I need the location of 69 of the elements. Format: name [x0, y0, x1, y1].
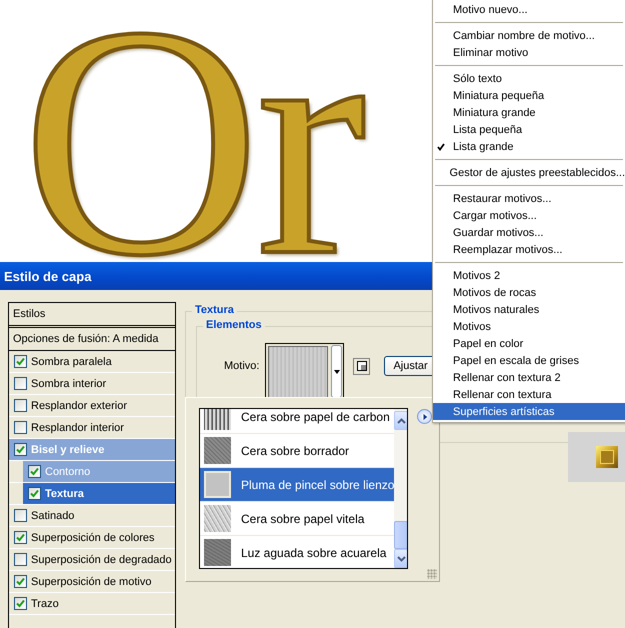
checkbox[interactable]	[14, 509, 27, 522]
menu-item[interactable]: Gestor de ajustes preestablecidos...	[433, 164, 625, 181]
checkbox[interactable]	[28, 465, 41, 478]
menu-item[interactable]: Eliminar motivo	[433, 44, 625, 61]
menu-item[interactable]: Lista grande	[433, 138, 625, 155]
checkbox[interactable]	[14, 355, 27, 368]
effect-item[interactable]: Textura	[23, 483, 175, 504]
menu-item[interactable]: Motivo nuevo...	[433, 1, 625, 18]
checkbox[interactable]	[14, 575, 27, 588]
effect-item[interactable]: Superposición de colores	[9, 527, 175, 548]
scroll-thumb[interactable]	[394, 521, 407, 549]
menu-item[interactable]: Motivos de rocas	[433, 284, 625, 301]
pattern-swatch	[268, 346, 328, 399]
menu-item[interactable]: Sólo texto	[433, 70, 625, 87]
menu-item[interactable]: Motivos 2	[433, 267, 625, 284]
effect-item[interactable]: Satinado	[9, 505, 175, 526]
menu-item[interactable]: Cambiar nombre de motivo...	[433, 27, 625, 44]
texture-thumbnail	[204, 505, 231, 532]
new-preset-icon	[356, 361, 367, 371]
menu-item[interactable]: Superficies artísticas	[433, 403, 625, 420]
checkbox[interactable]	[14, 421, 27, 434]
new-preset-button[interactable]	[353, 358, 370, 374]
pattern-item[interactable]: Cera sobre papel de carbon	[200, 409, 394, 434]
pattern-item[interactable]: Pluma de pincel sobre lienzo	[200, 468, 394, 502]
checkbox[interactable]	[14, 597, 27, 610]
menu-item[interactable]: Motivos naturales	[433, 301, 625, 318]
checkbox[interactable]	[14, 399, 27, 412]
pattern-dropdown[interactable]	[265, 343, 344, 400]
scrollbar[interactable]	[394, 409, 407, 568]
checkbox[interactable]	[28, 487, 41, 500]
group-title: Textura	[192, 304, 237, 316]
menu-item[interactable]: Restaurar motivos...	[433, 190, 625, 207]
menu-item[interactable]: Papel en color	[433, 335, 625, 352]
checkbox[interactable]	[14, 531, 27, 544]
menu-item[interactable]: Rellenar con textura	[433, 386, 625, 403]
effect-item[interactable]: Trazo	[9, 593, 175, 614]
effect-item[interactable]: Superposición de motivo	[9, 571, 175, 592]
menu-item[interactable]: Reemplazar motivos...	[433, 241, 625, 258]
lettering-artwork: Or	[22, 22, 362, 262]
texture-thumbnail	[204, 437, 231, 464]
texture-thumbnail	[204, 409, 231, 430]
pattern-label: Motivo:	[224, 360, 260, 372]
menu-item[interactable]: Cargar motivos...	[433, 207, 625, 224]
texture-thumbnail	[204, 471, 231, 498]
checkbox[interactable]	[14, 553, 27, 566]
checkbox[interactable]	[14, 377, 27, 390]
effect-item[interactable]: Sombra interior	[9, 373, 175, 394]
scroll-down-icon[interactable]	[394, 549, 407, 568]
pattern-item[interactable]: Luz aguada sobre acuarela	[200, 536, 394, 568]
blending-options-item[interactable]: Opciones de fusión: A medida	[9, 328, 175, 351]
styles-header[interactable]: Estilos	[9, 303, 175, 328]
effect-item[interactable]: Resplandor exterior	[9, 395, 175, 416]
group-title: Elementos	[203, 319, 265, 331]
scroll-up-icon[interactable]	[394, 411, 407, 430]
texture-thumbnail	[204, 539, 231, 566]
emblem-icon	[596, 446, 618, 468]
menu-item[interactable]: Miniatura grande	[433, 104, 625, 121]
pattern-item[interactable]: Cera sobre papel vitela	[200, 502, 394, 536]
menu-item[interactable]: Lista pequeña	[433, 121, 625, 138]
checkmark-icon	[437, 142, 445, 150]
menu-item[interactable]: Motivos	[433, 318, 625, 335]
effect-item[interactable]: Sombra paralela	[9, 351, 175, 372]
resize-grip-icon[interactable]	[427, 569, 437, 579]
effect-item[interactable]: Superposición de degradado	[9, 549, 175, 570]
menu-item[interactable]: Guardar motivos...	[433, 224, 625, 241]
menu-item[interactable]: Miniatura pequeña	[433, 87, 625, 104]
window-title: Estilo de capa	[4, 268, 92, 284]
checkbox[interactable]	[14, 443, 27, 456]
effect-item[interactable]: Resplandor interior	[9, 417, 175, 438]
